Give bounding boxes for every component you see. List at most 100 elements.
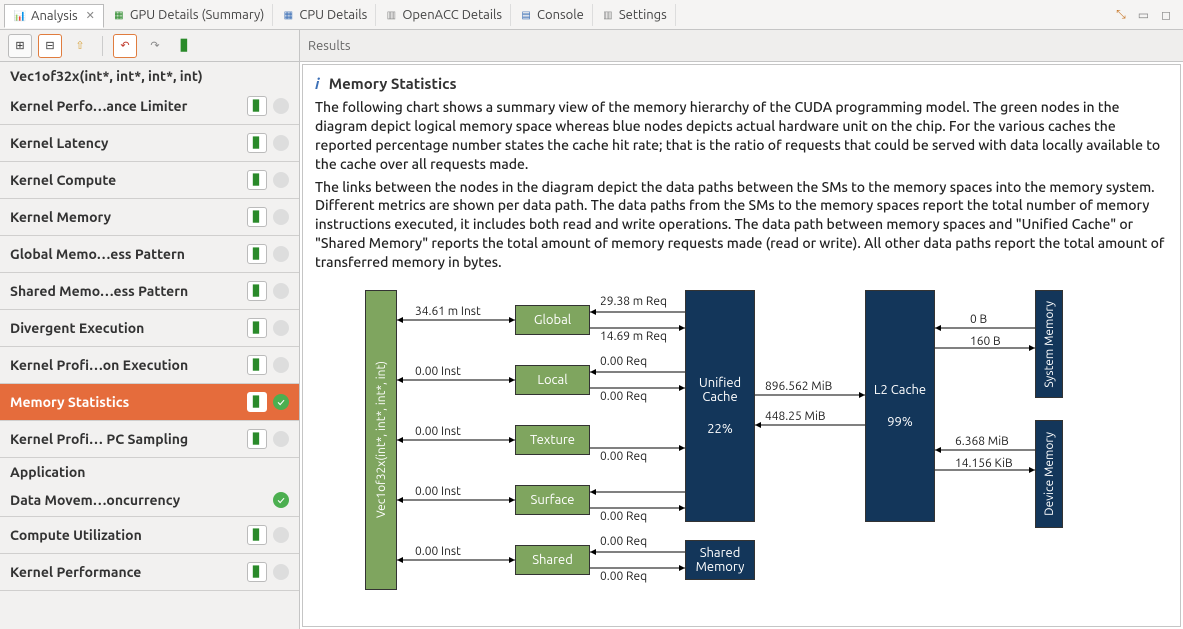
label-req-bot: 0.00 Req bbox=[600, 510, 647, 523]
sidebar-item[interactable]: Kernel Perfo…ance Limiter▊ bbox=[0, 88, 299, 125]
node-device-memory: Device Memory bbox=[1035, 420, 1063, 528]
chart-icon[interactable]: ▊ bbox=[247, 170, 267, 190]
tab-label: OpenACC Details bbox=[402, 8, 502, 22]
status-check-icon bbox=[273, 320, 289, 336]
sidebar-item-label: Global Memo…ess Pattern bbox=[10, 246, 185, 262]
panel-icon: ▥ bbox=[601, 8, 615, 22]
label-req-bot: 0.00 Req bbox=[600, 450, 647, 463]
item-actions: ✓ bbox=[273, 492, 289, 508]
tab-settings[interactable]: ▥ Settings bbox=[593, 4, 676, 26]
title-text: Memory Statistics bbox=[329, 75, 457, 92]
results-label: Results bbox=[308, 39, 350, 53]
label-inst: 34.61 m Inst bbox=[415, 305, 481, 318]
sidebar-item[interactable]: Divergent Execution▊ bbox=[0, 310, 299, 347]
node-kernel: Vec1of32x(int*, int*, int*, int) bbox=[365, 290, 397, 590]
kernel-label: Vec1of32x(int*, int*, int*, int) bbox=[375, 361, 388, 518]
tab-cpu-details[interactable]: ▦ CPU Details bbox=[273, 4, 376, 26]
item-actions: ▊ bbox=[247, 355, 289, 375]
sidebar-item-label: Compute Utilization bbox=[10, 527, 142, 543]
chart-button[interactable]: ▊ bbox=[173, 34, 197, 58]
sidebar-item-label: Kernel Memory bbox=[10, 209, 111, 225]
tab-analysis[interactable]: 📊 Analysis ✕ bbox=[4, 4, 104, 28]
tab-gpu-details[interactable]: ▦ GPU Details (Summary) bbox=[104, 4, 274, 26]
sidebar-item-label: Kernel Latency bbox=[10, 135, 108, 151]
sidebar: ⊞ ⊟ ⇧ ↶ ↷ ▊ Vec1of32x(int*, int*, int*, … bbox=[0, 30, 300, 629]
sidebar-item[interactable]: Kernel Performance▊ bbox=[0, 554, 299, 591]
content-area: Results i Memory Statistics The followin… bbox=[300, 30, 1183, 629]
forward-button[interactable]: ↷ bbox=[143, 34, 167, 58]
node-shared: Shared bbox=[515, 545, 590, 575]
chart-icon[interactable]: ▊ bbox=[247, 429, 267, 449]
status-check-icon bbox=[273, 564, 289, 580]
sidebar-item[interactable]: Kernel Latency ▊ bbox=[0, 125, 299, 162]
sidebar-item[interactable]: Data Movem…oncurrency✓ bbox=[0, 484, 299, 517]
sidebar-item[interactable]: Memory Statistics▊✓ bbox=[0, 384, 299, 421]
label-inst: 0.00 Inst bbox=[415, 425, 461, 438]
item-actions: ▊ bbox=[247, 525, 289, 545]
l2-pct: 99% bbox=[887, 415, 913, 429]
label-inst: 0.00 Inst bbox=[415, 485, 461, 498]
panel-icon: ▥ bbox=[384, 8, 398, 22]
tab-console[interactable]: ▤ Console bbox=[511, 4, 593, 26]
item-actions: ▊ bbox=[247, 170, 289, 190]
devmem-name: Device Memory bbox=[1043, 432, 1056, 516]
chart-icon[interactable]: ▊ bbox=[247, 525, 267, 545]
info-icon: i bbox=[315, 75, 319, 92]
collapse-all-button[interactable]: ⊟ bbox=[38, 34, 62, 58]
up-button[interactable]: ⇧ bbox=[68, 34, 92, 58]
l2-name: L2 Cache bbox=[874, 383, 926, 397]
label-uc-l2-bot: 448.25 MiB bbox=[765, 410, 826, 423]
separator bbox=[102, 36, 103, 56]
node-l2-cache: L2 Cache 99% bbox=[865, 290, 935, 522]
sidebar-item[interactable]: Compute Utilization ▊ bbox=[0, 517, 299, 554]
maximize-icon[interactable]: ◻ bbox=[1161, 8, 1171, 22]
status-check-icon: ✓ bbox=[273, 394, 289, 410]
label-req-bot: 0.00 Req bbox=[600, 390, 647, 403]
status-check-icon bbox=[273, 283, 289, 299]
chart-icon[interactable]: ▊ bbox=[247, 133, 267, 153]
description-2: The links between the nodes in the diagr… bbox=[315, 178, 1168, 272]
group-application: Application bbox=[0, 458, 299, 484]
console-icon: ▤ bbox=[519, 8, 533, 22]
node-shared-memory: Shared Memory bbox=[685, 540, 755, 580]
node-surface: Surface bbox=[515, 485, 590, 515]
sidebar-item[interactable]: Shared Memo…ess Pattern▊ bbox=[0, 273, 299, 310]
label-devmem-bot: 14.156 KiB bbox=[955, 457, 1013, 470]
tab-label: Settings bbox=[619, 8, 667, 22]
expand-all-button[interactable]: ⊞ bbox=[8, 34, 32, 58]
chart-icon[interactable]: ▊ bbox=[247, 281, 267, 301]
sidebar-item[interactable]: Kernel Profi… PC Sampling▊ bbox=[0, 421, 299, 458]
sidebar-item[interactable]: Kernel Profi…on Execution ▊ bbox=[0, 347, 299, 384]
chart-icon[interactable]: ▊ bbox=[247, 355, 267, 375]
tab-openacc[interactable]: ▥ OpenACC Details bbox=[376, 4, 511, 26]
minimize-icon[interactable]: ▭ bbox=[1138, 8, 1149, 22]
sidebar-item-label: Kernel Profi…on Execution bbox=[10, 357, 188, 373]
status-check-icon bbox=[273, 209, 289, 225]
chart-icon[interactable]: ▊ bbox=[247, 318, 267, 338]
uc-pct: 22% bbox=[707, 422, 733, 436]
chart-icon[interactable]: ▊ bbox=[247, 392, 267, 412]
node-unified-cache: Unified Cache 22% bbox=[685, 290, 755, 522]
sidebar-item[interactable]: Kernel Memory ▊ bbox=[0, 199, 299, 236]
status-check-icon bbox=[273, 98, 289, 114]
back-button[interactable]: ↶ bbox=[113, 34, 137, 58]
close-icon[interactable]: ✕ bbox=[86, 9, 95, 22]
memory-diagram: Vec1of32x(int*, int*, int*, int) GlobalL… bbox=[365, 290, 1105, 620]
tab-bar: 📊 Analysis ✕ ▦ GPU Details (Summary) ▦ C… bbox=[0, 0, 1183, 30]
sidebar-item[interactable]: Global Memo…ess Pattern ▊ bbox=[0, 236, 299, 273]
status-check-icon bbox=[273, 431, 289, 447]
chart-icon[interactable]: ▊ bbox=[247, 207, 267, 227]
label-inst: 0.00 Inst bbox=[415, 545, 461, 558]
orient-icon[interactable]: ⤡ bbox=[1116, 8, 1126, 22]
window-controls: ⤡ ▭ ◻ bbox=[1116, 8, 1179, 22]
sidebar-item-label: Kernel Compute bbox=[10, 172, 116, 188]
chart-icon[interactable]: ▊ bbox=[247, 562, 267, 582]
item-actions: ▊✓ bbox=[247, 392, 289, 412]
chart-icon[interactable]: ▊ bbox=[247, 244, 267, 264]
chart-icon[interactable]: ▊ bbox=[247, 96, 267, 116]
sidebar-item-label: Memory Statistics bbox=[10, 394, 129, 410]
item-actions: ▊ bbox=[247, 133, 289, 153]
label-uc-l2-top: 896.562 MiB bbox=[765, 380, 832, 393]
sidebar-item[interactable]: Kernel Compute ▊ bbox=[0, 162, 299, 199]
status-check-icon bbox=[273, 172, 289, 188]
